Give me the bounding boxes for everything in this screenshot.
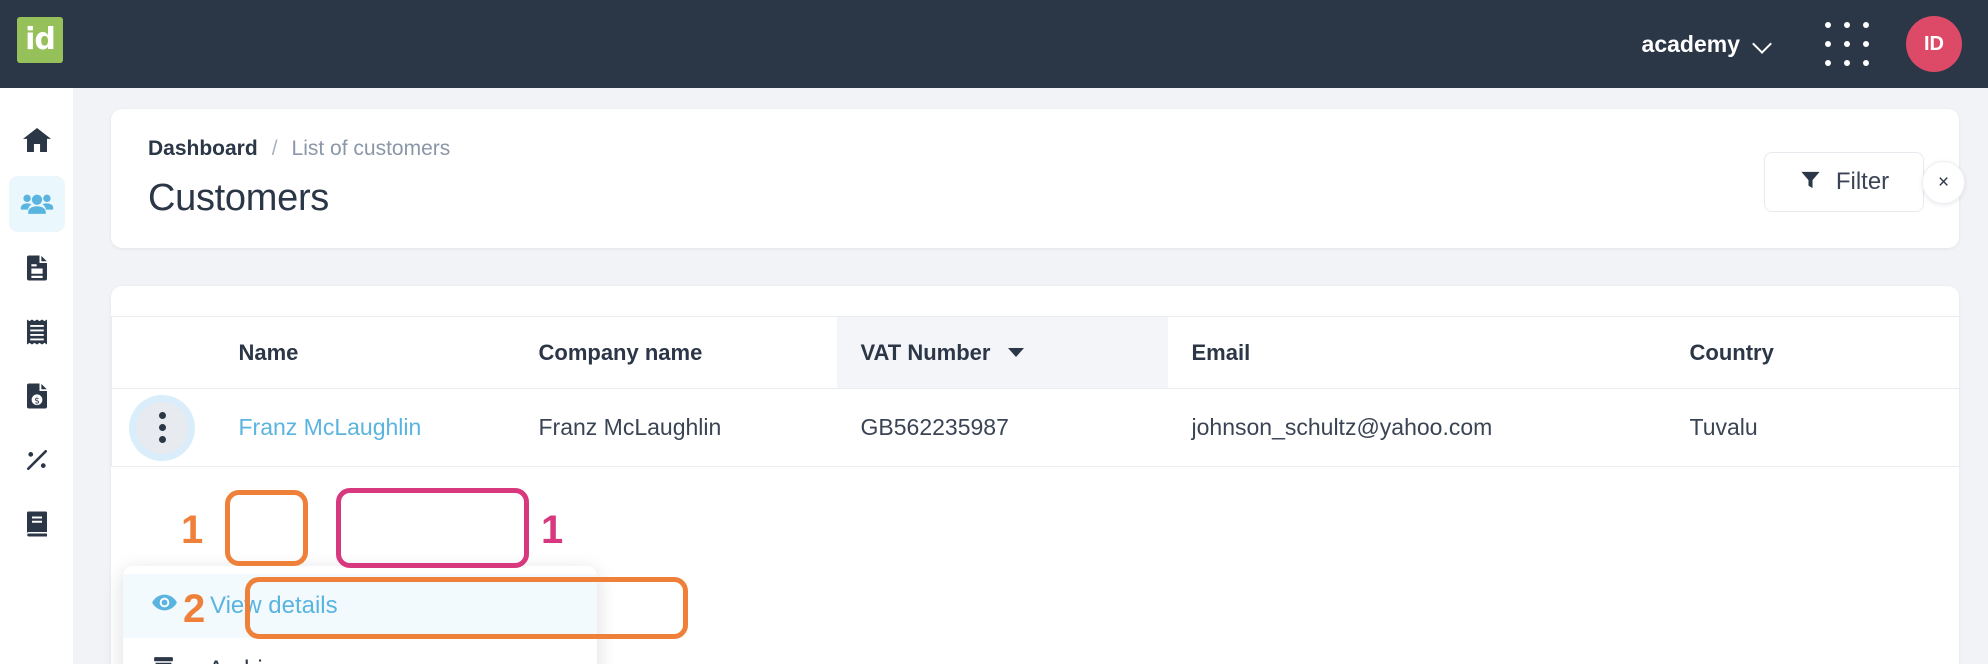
column-header-name-label: Name xyxy=(239,340,299,366)
org-switcher[interactable]: academy xyxy=(1632,23,1782,66)
sidebar-item-receipts[interactable] xyxy=(9,304,65,360)
dot xyxy=(1844,41,1850,47)
funnel-icon xyxy=(1799,168,1822,196)
menu-item-archive[interactable]: Archive xyxy=(123,638,597,664)
dot xyxy=(159,412,166,419)
logo-text: id xyxy=(25,25,55,55)
kebab-menu-icon[interactable] xyxy=(136,402,188,454)
svg-text:$: $ xyxy=(34,396,40,406)
invoice-doc-icon: $ xyxy=(22,381,52,411)
table-header-row: Name Company name VAT Number Em xyxy=(112,317,1960,389)
top-bar-right: academy ID xyxy=(1632,0,1962,88)
column-header-country[interactable]: Country xyxy=(1666,317,1960,389)
caret-down-icon xyxy=(1008,348,1024,357)
page-title: Customers xyxy=(148,177,329,220)
sidebar-item-home[interactable] xyxy=(9,112,65,168)
page-header-card: Dashboard / List of customers Customers … xyxy=(111,109,1959,248)
cell-company: Franz McLaughlin xyxy=(515,389,837,467)
table-row: Franz McLaughlin Franz McLaughlin GB5622… xyxy=(112,389,1960,467)
sidebar-item-ledger[interactable] xyxy=(9,496,65,552)
column-header-email-label: Email xyxy=(1192,340,1251,366)
grid-dots-icon[interactable] xyxy=(1818,15,1876,73)
sidebar: $ xyxy=(0,88,73,664)
chevron-down-icon xyxy=(1754,35,1772,53)
cell-vat: GB562235987 xyxy=(837,389,1168,467)
filter-button[interactable]: Filter xyxy=(1764,152,1924,212)
top-bar: id academy ID xyxy=(0,0,1988,88)
sidebar-item-documents[interactable] xyxy=(9,240,65,296)
cell-country: Tuvalu xyxy=(1666,389,1960,467)
dot xyxy=(1825,60,1831,66)
menu-item-archive-label: Archive xyxy=(208,656,288,664)
column-header-vat-number[interactable]: VAT Number xyxy=(837,317,1168,389)
menu-item-view-details-label: View details xyxy=(210,592,338,620)
home-icon xyxy=(21,124,53,156)
app-logo[interactable]: id xyxy=(17,17,63,63)
filter-button-label: Filter xyxy=(1836,168,1889,196)
cell-name: Franz McLaughlin xyxy=(215,389,515,467)
dot xyxy=(159,424,166,431)
app-root: id academy ID xyxy=(0,0,1988,664)
document-icon xyxy=(22,253,52,283)
column-header-company-label: Company name xyxy=(539,340,703,366)
book-icon xyxy=(22,509,52,539)
row-actions-dropdown: View details Archive xyxy=(123,566,597,664)
dot xyxy=(1844,60,1850,66)
column-header-name[interactable]: Name xyxy=(215,317,515,389)
column-header-country-label: Country xyxy=(1690,340,1774,366)
dot xyxy=(1844,22,1850,28)
customer-name-link[interactable]: Franz McLaughlin xyxy=(239,414,422,440)
archive-icon xyxy=(151,654,176,664)
sidebar-item-customers[interactable] xyxy=(9,176,65,232)
people-icon xyxy=(20,187,54,221)
breadcrumb: Dashboard / List of customers xyxy=(148,137,450,161)
dot xyxy=(159,436,166,443)
column-header-company[interactable]: Company name xyxy=(515,317,837,389)
eye-icon xyxy=(151,589,178,623)
breadcrumb-dashboard[interactable]: Dashboard xyxy=(148,137,258,161)
breadcrumb-separator: / xyxy=(272,137,278,161)
dot xyxy=(1863,60,1869,66)
menu-item-view-details[interactable]: View details xyxy=(123,574,597,638)
column-header-actions xyxy=(112,317,215,389)
dot xyxy=(1825,22,1831,28)
row-actions-cell xyxy=(112,389,215,467)
receipt-icon xyxy=(22,317,52,347)
main-content: Dashboard / List of customers Customers … xyxy=(73,88,1988,664)
percent-icon xyxy=(22,445,52,475)
dot xyxy=(1825,41,1831,47)
avatar[interactable]: ID xyxy=(1906,16,1962,72)
breadcrumb-list-of-customers[interactable]: List of customers xyxy=(292,137,451,161)
avatar-initials: ID xyxy=(1924,33,1944,56)
column-header-vat-label: VAT Number xyxy=(861,340,991,366)
customers-table: Name Company name VAT Number Em xyxy=(111,316,1960,467)
sidebar-item-taxes[interactable] xyxy=(9,432,65,488)
close-icon[interactable]: × xyxy=(1922,161,1965,204)
dot xyxy=(1863,41,1869,47)
close-label: × xyxy=(1938,172,1949,194)
sidebar-item-invoices[interactable]: $ xyxy=(9,368,65,424)
cell-email: johnson_schultz@yahoo.com xyxy=(1168,389,1666,467)
column-header-email[interactable]: Email xyxy=(1168,317,1666,389)
dot xyxy=(1863,22,1869,28)
org-name: academy xyxy=(1642,31,1740,58)
